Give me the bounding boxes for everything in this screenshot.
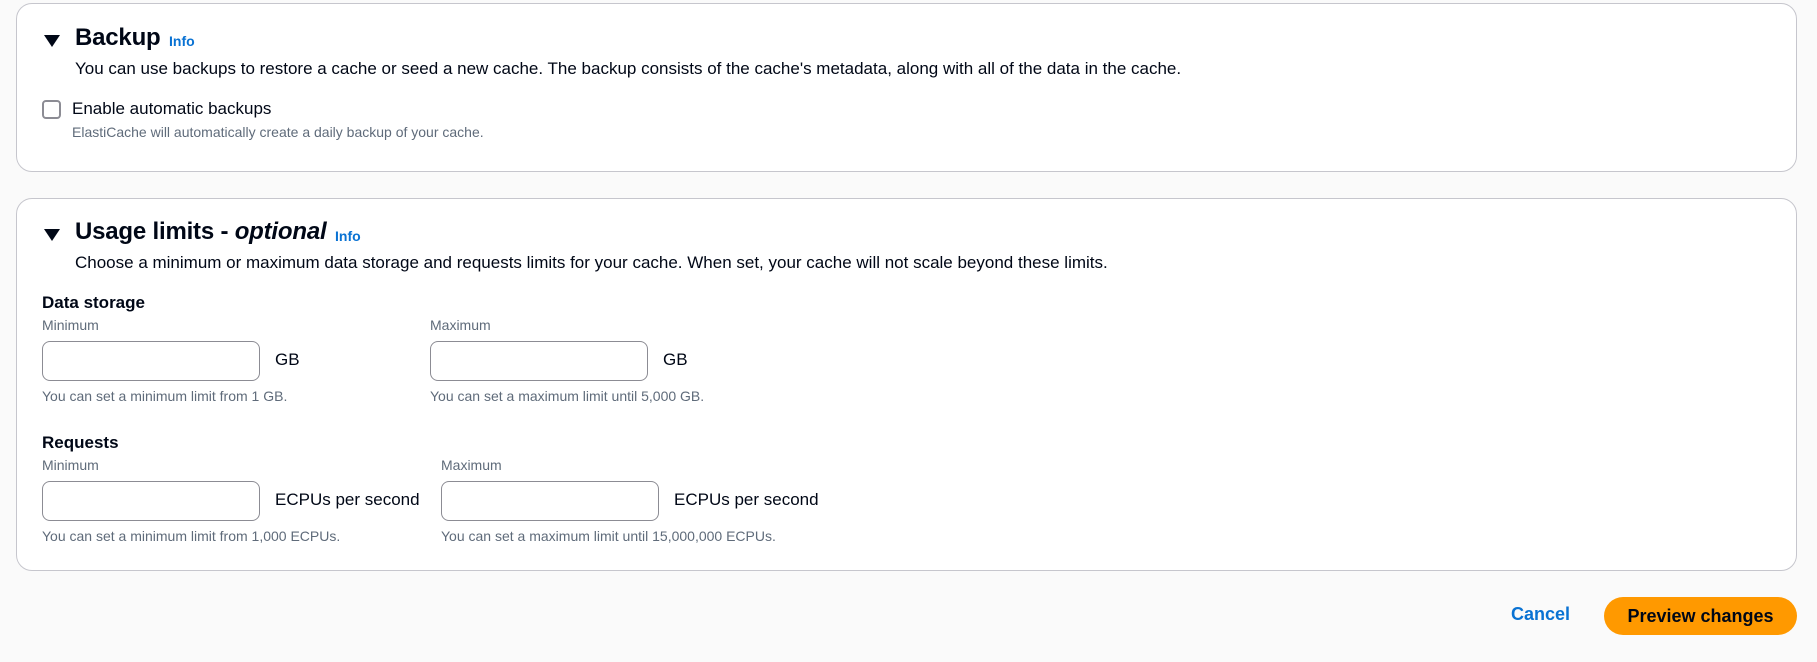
data-storage-label: Data storage (42, 293, 145, 312)
usage-description: Choose a minimum or maximum data storage… (75, 253, 1108, 272)
data-storage-max-unit: GB (663, 350, 688, 369)
backup-panel (16, 3, 1797, 172)
backup-info-link[interactable]: Info (169, 33, 195, 49)
data-storage-min-unit: GB (275, 350, 300, 369)
requests-min-unit: ECPUs per second (275, 490, 420, 509)
auto-backup-label[interactable]: Enable automatic backups (72, 99, 271, 119)
data-storage-min-hint: You can set a minimum limit from 1 GB. (42, 388, 288, 404)
data-storage-min-input[interactable] (42, 341, 260, 381)
backup-title: Backup (75, 24, 161, 51)
backup-description: You can use backups to restore a cache o… (75, 59, 1182, 78)
requests-max-hint: You can set a maximum limit until 15,000… (441, 528, 776, 544)
usage-title-optional: optional (234, 218, 327, 245)
requests-label: Requests (42, 433, 119, 452)
usage-title: Usage limits - optional (75, 218, 327, 246)
requests-max-input[interactable] (441, 481, 659, 521)
data-storage-max-input[interactable] (430, 341, 648, 381)
requests-min-label: Minimum (42, 457, 99, 473)
data-storage-min-label: Minimum (42, 317, 99, 333)
usage-info-link[interactable]: Info (335, 228, 361, 244)
requests-min-hint: You can set a minimum limit from 1,000 E… (42, 528, 341, 544)
collapse-caret-icon[interactable] (44, 35, 60, 47)
cancel-button[interactable]: Cancel (1511, 604, 1570, 625)
usage-title-text: Usage limits - (75, 218, 235, 245)
collapse-caret-icon[interactable] (44, 229, 60, 241)
auto-backup-checkbox[interactable] (42, 100, 61, 119)
preview-changes-button[interactable]: Preview changes (1604, 597, 1797, 635)
requests-max-unit: ECPUs per second (674, 490, 819, 509)
auto-backup-hint: ElastiCache will automatically create a … (72, 124, 484, 140)
data-storage-max-label: Maximum (430, 317, 491, 333)
data-storage-max-hint: You can set a maximum limit until 5,000 … (430, 388, 705, 404)
requests-max-label: Maximum (441, 457, 502, 473)
requests-min-input[interactable] (42, 481, 260, 521)
